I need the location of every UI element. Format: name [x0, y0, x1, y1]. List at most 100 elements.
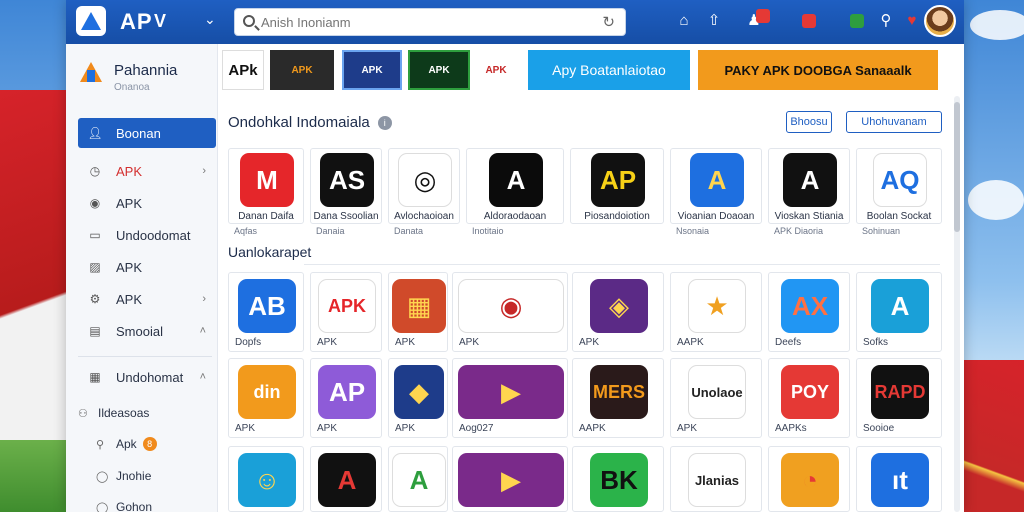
app-logo-icon[interactable]	[76, 6, 106, 36]
app-card[interactable]: din APK	[228, 358, 304, 438]
sidebar-subitem-apk[interactable]: ⚲ Apk 8	[96, 437, 157, 451]
app-card[interactable]: ◉ APK	[452, 272, 568, 352]
app-card[interactable]: ◈ APK	[572, 272, 664, 352]
scrollbar-thumb[interactable]	[954, 102, 960, 232]
app-card[interactable]: MERS AAPK	[572, 358, 664, 438]
search-icon	[243, 15, 255, 27]
app-label: APK	[395, 337, 416, 348]
app-icon: A	[690, 153, 744, 207]
sidebar-item-smooial[interactable]: ▤ Smooial ˄	[78, 316, 216, 346]
sidebar-subitem-gohon[interactable]: ◯ Gohon	[96, 500, 152, 512]
promo-banner: APk APK APK APK APK Apy Boatanlaiotao PA…	[218, 44, 964, 100]
app-card[interactable]: A Sofks	[856, 272, 942, 352]
sidebar-item-boonan[interactable]: 👤︎ Boonan	[78, 118, 216, 148]
app-label: Dopfs	[235, 337, 262, 348]
app-card[interactable]: A Vioanian Doaoan	[670, 148, 762, 224]
app-card[interactable]: POY AAPKs	[768, 358, 850, 438]
chevron-right-icon: ›	[202, 293, 206, 305]
sidebar-group-undohomat[interactable]: ▦ Undohomat ˄	[78, 362, 216, 392]
brand[interactable]: Pahannia Onanoa	[80, 60, 216, 100]
scrollbar[interactable]	[954, 96, 960, 512]
heart-icon[interactable]: ♥	[902, 11, 922, 31]
app-card[interactable]: M Danan Daifa	[228, 148, 304, 224]
app-card[interactable]: Jlanias	[670, 446, 762, 512]
app-card[interactable]: ▶	[452, 446, 568, 512]
app-icon: BK	[590, 453, 648, 507]
app-label: APK	[677, 423, 698, 434]
app-card[interactable]: ▦ APK	[388, 272, 448, 352]
search-bar[interactable]: ↻	[234, 8, 626, 36]
app-card[interactable]: Unolaoe APK	[670, 358, 762, 438]
banner-tile[interactable]: APK	[342, 50, 402, 90]
app-icon: ▦	[392, 279, 446, 333]
sidebar-item-undoodomat[interactable]: ▭ Undoodomat	[78, 220, 216, 250]
app-subtitle: Danata	[394, 226, 424, 236]
refresh-icon[interactable]: ↻	[602, 13, 615, 31]
app-icon: AP	[318, 365, 376, 419]
app-card[interactable]: ◔	[768, 446, 850, 512]
banner-tile[interactable]: APk	[222, 50, 264, 90]
avatar[interactable]	[924, 5, 956, 37]
app-card[interactable]: AS Dana Ssoolian	[310, 148, 382, 224]
folder-icon: ▭	[89, 228, 101, 242]
sidebar-subitem-ildeasoas[interactable]: ⚇ Ildeasoas	[78, 406, 149, 420]
info-icon[interactable]: i	[377, 116, 392, 131]
app-card[interactable]: ◆ APK	[388, 358, 448, 438]
app-card[interactable]: AB Dopfs	[228, 272, 304, 352]
banner-tile[interactable]: APK	[270, 50, 334, 90]
app-card[interactable]: A	[310, 446, 382, 512]
app-card[interactable]: ◎ Avlochaoioan	[388, 148, 460, 224]
banner-tile[interactable]: PAKY APK DOOBGA Sanaaalk	[698, 50, 938, 90]
app-label: APK	[395, 423, 416, 434]
app-icon: AS	[320, 153, 374, 207]
search-input[interactable]	[261, 12, 591, 32]
sidebar-item-apk-2[interactable]: ◉ APK	[78, 188, 216, 218]
sidebar: Pahannia Onanoa 👤︎ Boonan ◷ APK › ◉ APK …	[66, 44, 218, 512]
home-icon[interactable]: ⌂	[674, 11, 694, 31]
app-card[interactable]: ıt	[856, 446, 942, 512]
section-title-text: Ondohkal Indomaiala	[228, 114, 370, 131]
sidebar-item-apk-3[interactable]: ▨ APK	[78, 252, 216, 282]
app-card[interactable]: AQ Boolan Sockat	[856, 148, 942, 224]
app-card[interactable]: AP Piosandoiotion	[570, 148, 664, 224]
upload-icon[interactable]: ⇧	[704, 11, 724, 31]
app-card[interactable]: BK	[572, 446, 664, 512]
app-icon: Jlanias	[688, 453, 746, 507]
app-icon: ★	[688, 279, 746, 333]
app-green-icon[interactable]	[850, 14, 864, 28]
banner-tile[interactable]: Apy Boatanlaiotao	[528, 50, 690, 90]
app-title: AP	[120, 9, 153, 34]
banner-tile[interactable]: APK	[408, 50, 470, 90]
app-icon: POY	[781, 365, 839, 419]
background-flag-left	[0, 90, 70, 440]
banner-tile[interactable]: APK	[476, 50, 516, 90]
app-name: Boolan Sockat	[866, 211, 932, 222]
notification-badge	[756, 9, 770, 23]
circle-icon: ◉	[89, 196, 101, 210]
view-button[interactable]: Bhoosu	[786, 111, 832, 133]
app-card[interactable]: A Vioskan Stiania	[768, 148, 850, 224]
app-red-icon[interactable]	[802, 14, 816, 28]
more-button[interactable]: Uhohuvanam	[846, 111, 942, 133]
app-subtitle: APK Diaoria	[774, 226, 824, 236]
app-label: Sooioe	[863, 423, 895, 434]
app-subtitle: Aqfas	[234, 226, 258, 236]
app-subtitle: Danaia	[316, 226, 345, 236]
app-subtitle: Nsonaia	[676, 226, 710, 236]
app-card[interactable]: APK APK	[310, 272, 382, 352]
chevron-down-icon[interactable]: ⌄	[204, 11, 216, 28]
app-card[interactable]: ☺	[228, 446, 304, 512]
app-name: Vioanian Doaoan	[677, 211, 755, 222]
search-icon[interactable]: ⚲	[876, 11, 896, 31]
app-card[interactable]: A Aldoraodaoan	[466, 148, 564, 224]
sidebar-subitem-jnohie[interactable]: ◯ Jnohie	[96, 469, 151, 483]
app-card[interactable]: RAPD Sooioe	[856, 358, 942, 438]
app-card[interactable]: ★ AAPK	[670, 272, 762, 352]
sidebar-item-apk-4[interactable]: ⚙ APK ›	[78, 284, 216, 314]
app-card[interactable]: ▶ Aog027	[452, 358, 568, 438]
app-card[interactable]: AX Deefs	[768, 272, 850, 352]
app-card[interactable]: A	[388, 446, 448, 512]
app-card[interactable]: AP APK	[310, 358, 382, 438]
app-title-suffix: V	[154, 11, 168, 31]
sidebar-item-apk-1[interactable]: ◷ APK ›	[78, 156, 216, 186]
